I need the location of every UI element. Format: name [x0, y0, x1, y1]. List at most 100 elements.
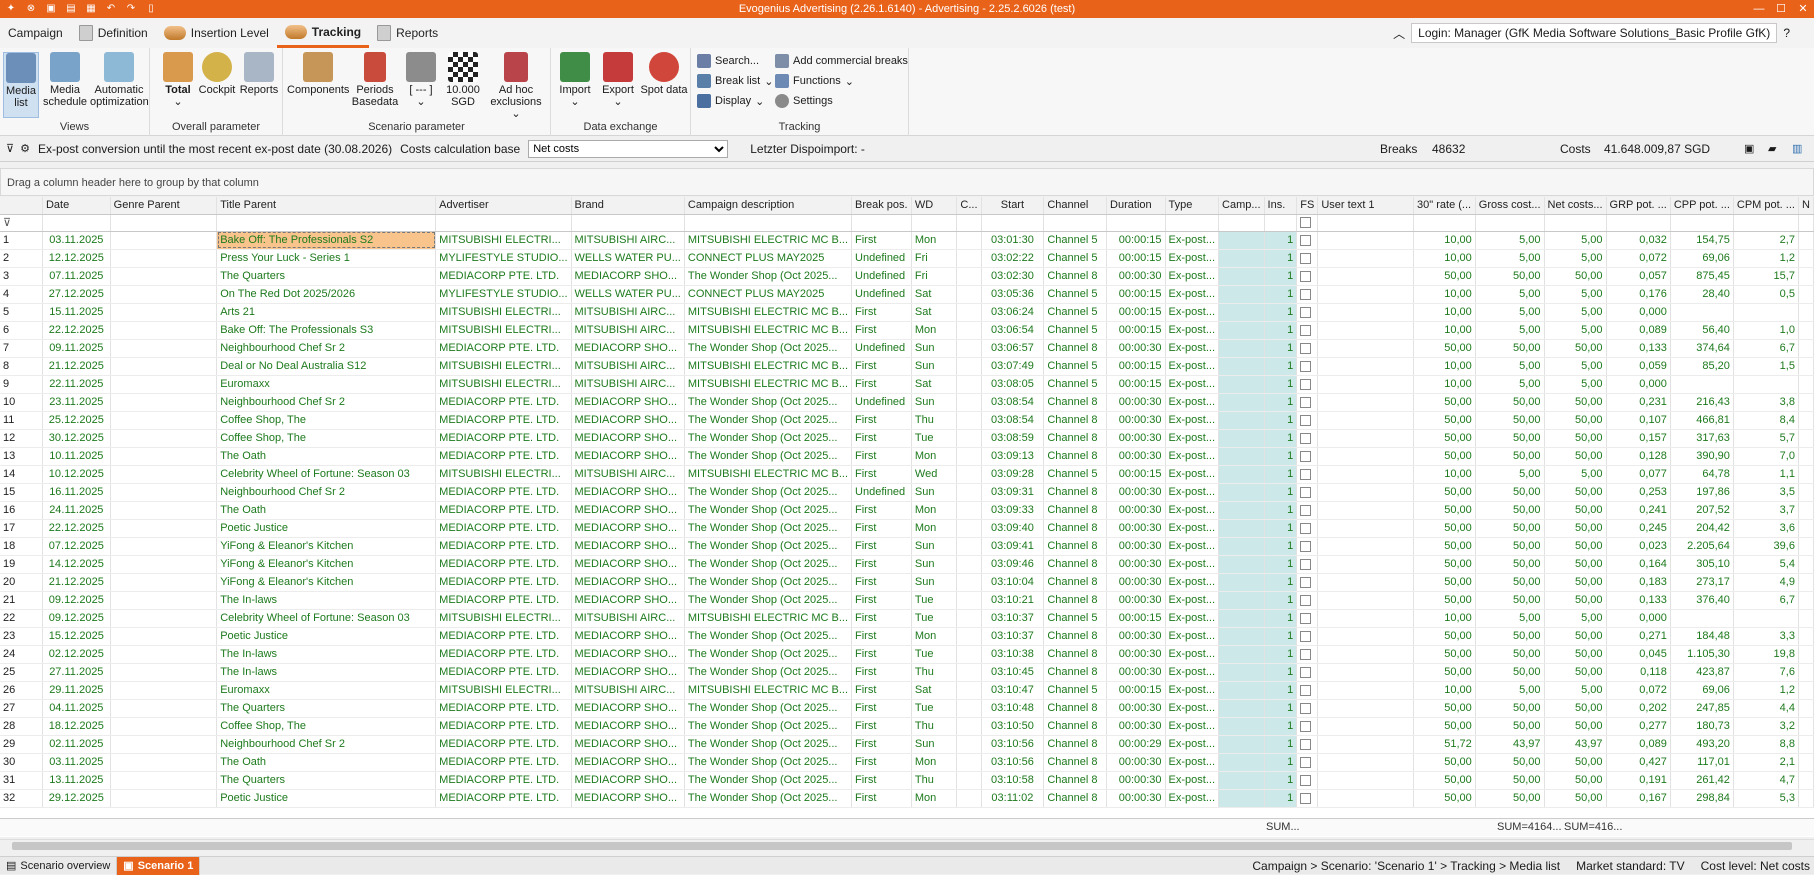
filter-cell[interactable] — [1296, 214, 1319, 232]
table-cell[interactable]: 02.12.2025 — [42, 645, 111, 664]
table-cell[interactable] — [1218, 393, 1265, 412]
columns-icon[interactable]: ▥ — [1792, 142, 1802, 155]
table-cell[interactable]: 00:00:30 — [1106, 627, 1166, 646]
table-row[interactable]: 11 25.12.2025 Coffee Shop, The MEDIACORP PT… — [0, 411, 1814, 430]
table-cell[interactable] — [1317, 429, 1415, 448]
table-cell[interactable]: 03:02:22 — [981, 249, 1045, 268]
table-cell[interactable]: Coffee Shop, The — [216, 717, 437, 736]
table-cell[interactable]: 16 — [0, 501, 43, 520]
table-cell[interactable]: 5,00 — [1544, 465, 1607, 484]
table-cell[interactable]: MITSUBISHI ELECTRIC MC B... — [684, 465, 853, 484]
table-cell[interactable]: 12 — [0, 429, 43, 448]
table-cell[interactable]: MITSUBISHI ELECTRIC MC B... — [684, 357, 853, 376]
table-cell[interactable]: Undefined — [851, 285, 912, 304]
table-cell[interactable] — [1296, 753, 1319, 772]
table-cell[interactable]: 5,00 — [1475, 357, 1545, 376]
table-cell[interactable]: 0,089 — [1606, 735, 1671, 754]
fs-filter-checkbox[interactable] — [1300, 217, 1312, 229]
table-cell[interactable]: The Wonder Shop (Oct 2025... — [684, 393, 853, 412]
table-cell[interactable]: 1 — [1264, 771, 1298, 790]
column-header[interactable]: CPP pot. ... — [1670, 197, 1734, 215]
table-cell[interactable]: 10.12.2025 — [42, 465, 111, 484]
table-cell[interactable]: MEDIACORP SHO... — [571, 645, 685, 664]
fs-checkbox[interactable] — [1300, 396, 1312, 408]
table-cell[interactable] — [1317, 303, 1415, 322]
table-cell[interactable] — [1296, 627, 1319, 646]
table-cell[interactable] — [1218, 303, 1265, 322]
table-cell[interactable]: Fri — [911, 267, 958, 286]
table-cell[interactable]: Channel 8 — [1043, 735, 1108, 754]
table-cell[interactable]: 19,8 — [1733, 645, 1799, 664]
table-cell[interactable]: 0,118 — [1606, 663, 1671, 682]
table-cell[interactable] — [110, 429, 218, 448]
table-cell[interactable]: MITSUBISHI ELECTRIC MC B... — [684, 321, 853, 340]
table-cell[interactable] — [110, 735, 218, 754]
table-cell[interactable]: 50,00 — [1544, 627, 1607, 646]
table-cell[interactable]: Channel 8 — [1043, 339, 1108, 358]
table-cell[interactable]: 1 — [1264, 303, 1298, 322]
table-cell[interactable]: 1 — [1264, 231, 1298, 250]
table-cell[interactable]: 1.105,30 — [1670, 645, 1734, 664]
table-cell[interactable]: 6,7 — [1733, 591, 1799, 610]
table-cell[interactable] — [1317, 591, 1415, 610]
table-cell[interactable]: MEDIACORP SHO... — [571, 267, 685, 286]
table-cell[interactable]: 28 — [0, 717, 43, 736]
table-cell[interactable]: 17 — [0, 519, 43, 538]
table-cell[interactable]: 00:00:30 — [1106, 519, 1166, 538]
table-cell[interactable]: 00:00:30 — [1106, 429, 1166, 448]
table-cell[interactable]: 50,00 — [1475, 789, 1545, 808]
table-cell[interactable]: MEDIACORP PTE. LTD. — [435, 555, 572, 574]
table-cell[interactable]: Thu — [911, 663, 958, 682]
undo-icon[interactable]: ↶ — [104, 3, 118, 15]
table-cell[interactable] — [1218, 699, 1265, 718]
table-row[interactable]: 29 02.11.2025 Neighbourhood Chef Sr 2 MEDIA… — [0, 735, 1814, 754]
table-cell[interactable]: 1 — [1264, 609, 1298, 628]
table-cell[interactable] — [1296, 537, 1319, 556]
table-cell[interactable]: The In-laws — [216, 663, 437, 682]
table-cell[interactable]: 30 — [0, 753, 43, 772]
table-cell[interactable] — [956, 447, 982, 466]
table-cell[interactable]: First — [851, 591, 912, 610]
table-cell[interactable]: Channel 8 — [1043, 519, 1108, 538]
table-cell[interactable]: Ex-post... — [1165, 789, 1220, 808]
table-cell[interactable]: 50,00 — [1544, 591, 1607, 610]
table-cell[interactable] — [1218, 501, 1265, 520]
table-cell[interactable]: MEDIACORP PTE. LTD. — [435, 771, 572, 790]
table-cell[interactable]: 247,85 — [1670, 699, 1734, 718]
table-cell[interactable] — [110, 249, 218, 268]
app-menu-icon[interactable]: ✦ — [4, 3, 18, 15]
table-cell[interactable]: 50,00 — [1475, 429, 1545, 448]
table-cell[interactable]: Ex-post... — [1165, 519, 1220, 538]
table-cell[interactable]: 50,00 — [1544, 645, 1607, 664]
table-cell[interactable]: 5,00 — [1544, 681, 1607, 700]
table-cell[interactable]: Undefined — [851, 249, 912, 268]
table-cell[interactable] — [956, 537, 982, 556]
table-cell[interactable]: 50,00 — [1544, 393, 1607, 412]
table-row[interactable]: 27 04.11.2025 The Quarters MEDIACORP PTE. L… — [0, 699, 1814, 718]
minimize-icon[interactable]: — — [1748, 0, 1770, 18]
table-cell[interactable]: 154,75 — [1670, 231, 1734, 250]
table-cell[interactable] — [1733, 303, 1799, 322]
table-cell[interactable]: First — [851, 465, 912, 484]
table-cell[interactable] — [1317, 699, 1415, 718]
table-cell[interactable]: 29.12.2025 — [42, 789, 111, 808]
table-cell[interactable]: 0,000 — [1606, 375, 1671, 394]
table-cell[interactable]: Ex-post... — [1165, 591, 1220, 610]
table-cell[interactable]: First — [851, 303, 912, 322]
table-cell[interactable]: MITSUBISHI AIRC... — [571, 375, 685, 394]
table-cell[interactable]: Channel 8 — [1043, 699, 1108, 718]
table-cell[interactable]: MEDIACORP PTE. LTD. — [435, 717, 572, 736]
table-cell[interactable]: 5,00 — [1544, 357, 1607, 376]
table-cell[interactable]: Arts 21 — [216, 303, 437, 322]
table-cell[interactable]: 423,87 — [1670, 663, 1734, 682]
table-cell[interactable]: MEDIACORP SHO... — [571, 717, 685, 736]
table-cell[interactable] — [1296, 609, 1319, 628]
table-cell[interactable]: Thu — [911, 717, 958, 736]
table-cell[interactable] — [1296, 699, 1319, 718]
table-cell[interactable]: 180,73 — [1670, 717, 1734, 736]
table-cell[interactable]: 50,00 — [1413, 645, 1476, 664]
table-cell[interactable]: Fri — [911, 249, 958, 268]
table-cell[interactable] — [110, 375, 218, 394]
table-cell[interactable]: 56,40 — [1670, 321, 1734, 340]
table-cell[interactable] — [956, 789, 982, 808]
